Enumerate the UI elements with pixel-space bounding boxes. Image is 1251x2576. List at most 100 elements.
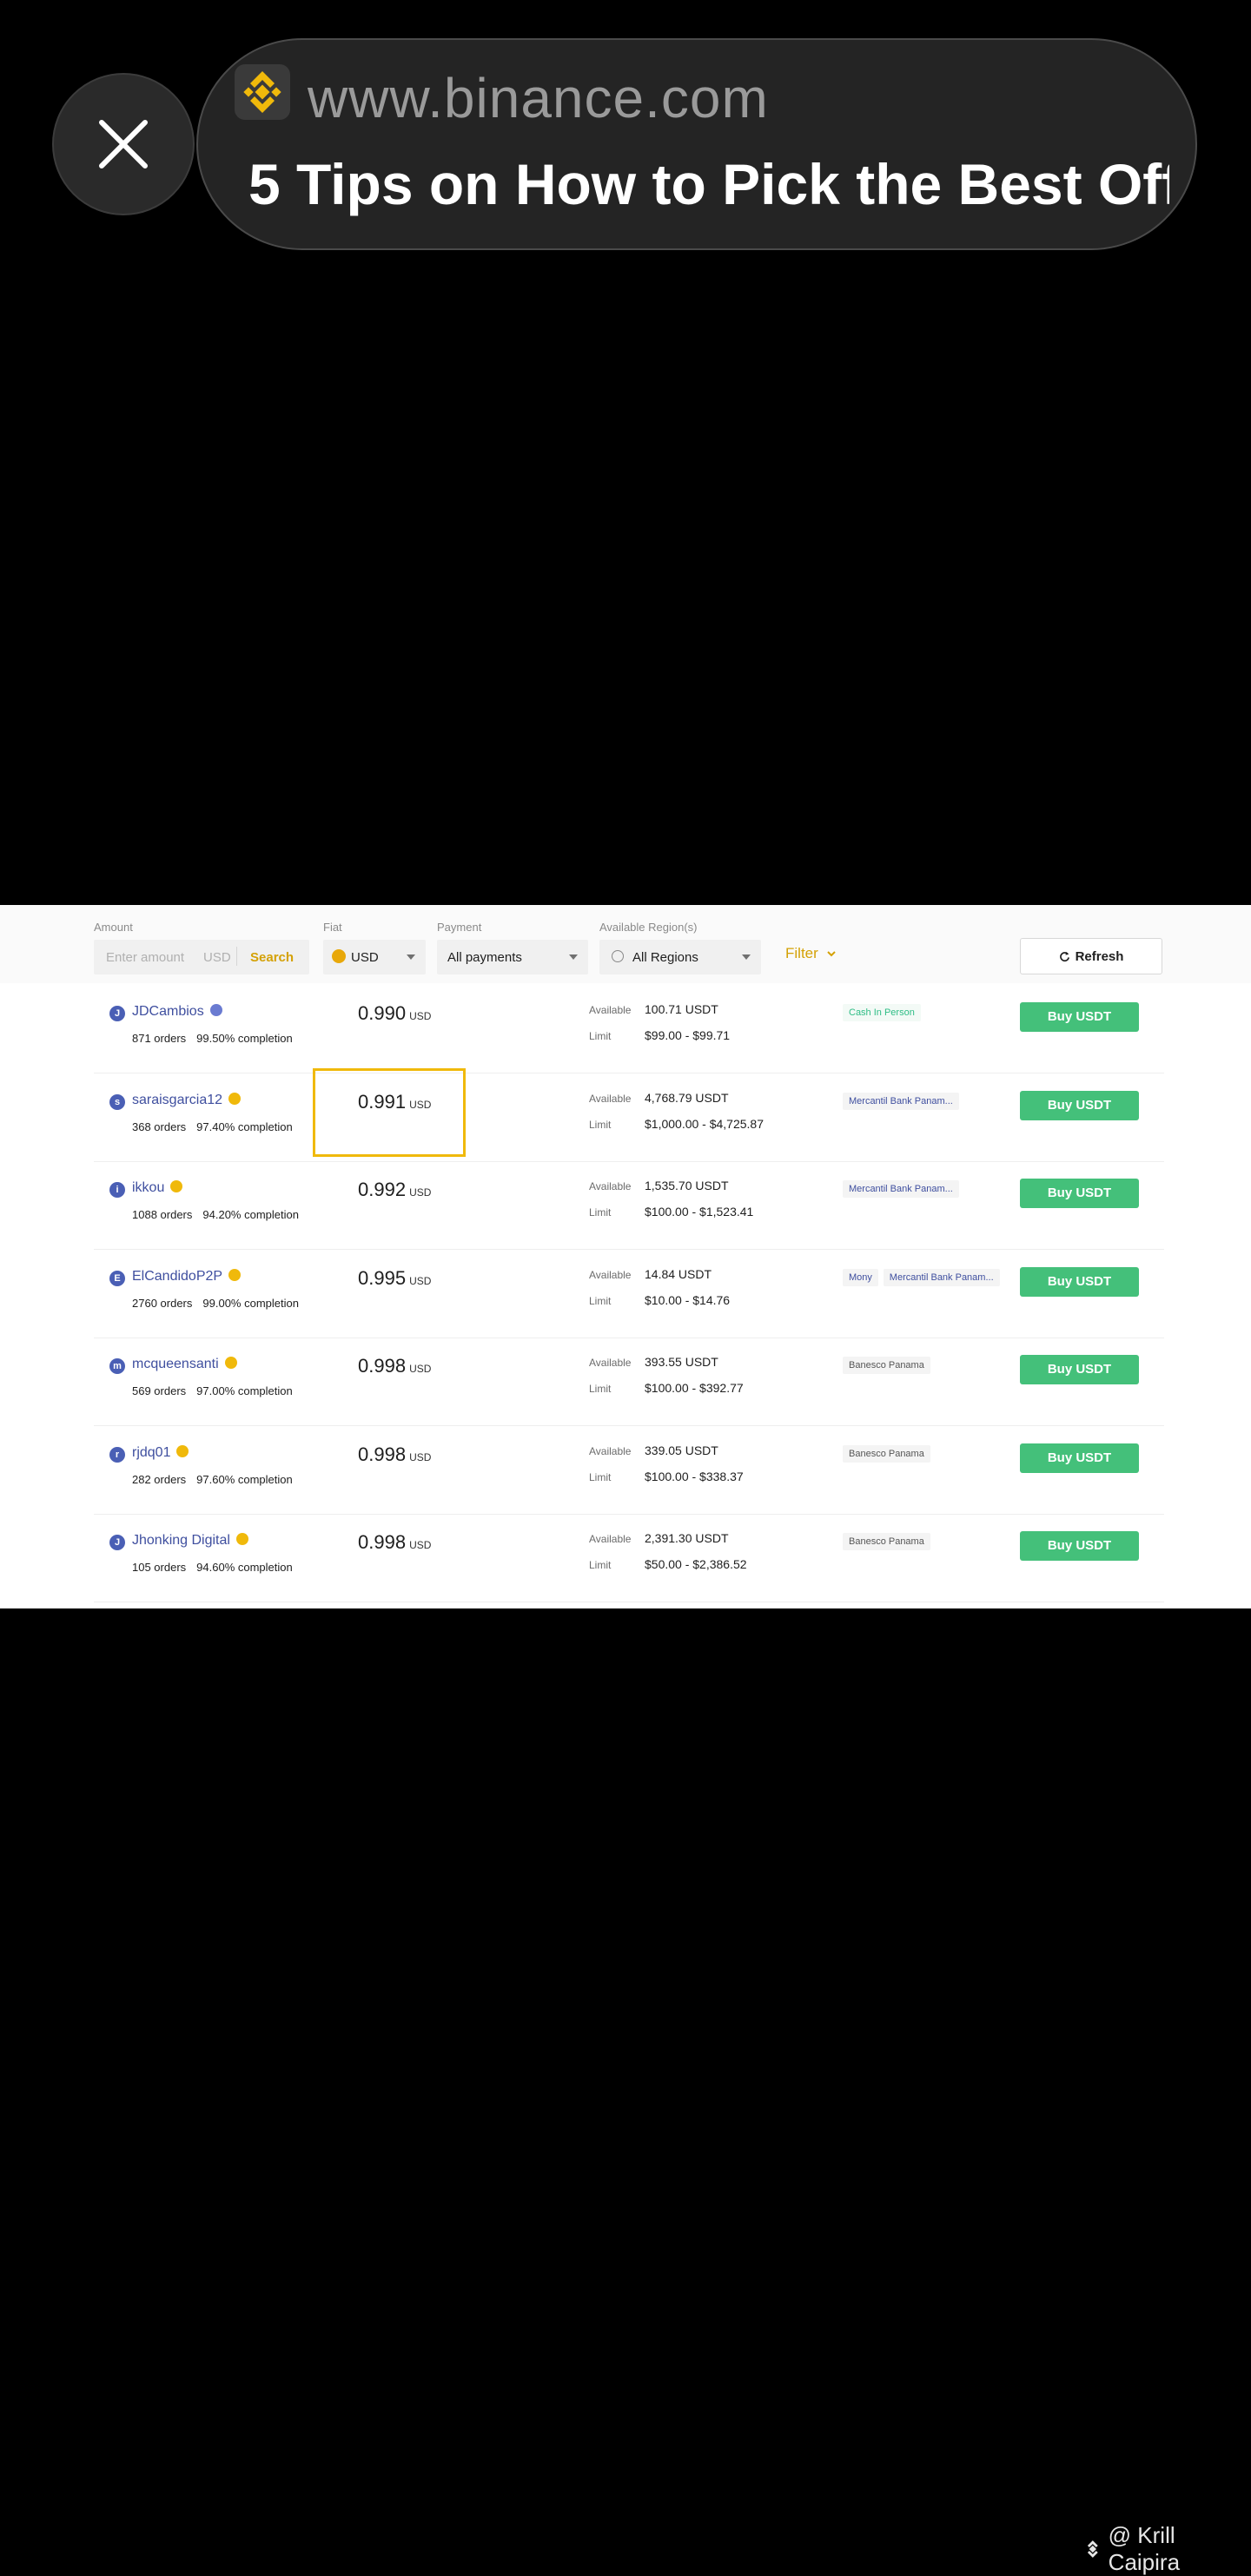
completion-rate: 99.50% completion	[196, 1032, 293, 1045]
offer-row: r rjdq01 282 orders 97.60% completion 0.998 U…	[94, 1426, 1164, 1515]
price-value: 0.998	[358, 1531, 407, 1553]
price-value: 0.995	[358, 1266, 407, 1289]
offer-row: m mcqueensanti 569 orders 97.00% completion…	[94, 1338, 1164, 1426]
price-value: 0.992	[358, 1179, 407, 1200]
verified-badge-icon	[228, 1268, 242, 1281]
orders-count: 2760 orders	[132, 1296, 193, 1310]
binance-logo-icon	[235, 64, 290, 120]
chevron-down-icon	[407, 954, 415, 960]
payment-value: All payments	[447, 950, 522, 965]
trader-name-link[interactable]: ikkou	[132, 1180, 183, 1196]
orders-count: 569 orders	[132, 1384, 187, 1397]
trader-name-link[interactable]: mcqueensanti	[132, 1357, 237, 1372]
trader-stats: 1088 orders 94.20% completion	[132, 1208, 299, 1221]
region-label: Available Region(s)	[599, 921, 698, 934]
completion-rate: 97.00% completion	[196, 1384, 293, 1397]
buy-usdt-button[interactable]: Buy USDT	[1020, 1443, 1139, 1473]
orders-count: 368 orders	[132, 1120, 187, 1133]
trader-name: JDCambios	[132, 1004, 204, 1019]
trader-name-link[interactable]: ElCandidoP2P	[132, 1268, 242, 1285]
chevron-down-icon	[742, 954, 751, 960]
trader-name-link[interactable]: rjdq01	[132, 1444, 189, 1461]
amount-input[interactable]: Enter amount USD Search	[94, 940, 309, 974]
completion-rate: 97.40% completion	[196, 1120, 293, 1133]
offer-price: 0.992 USD	[358, 1179, 431, 1201]
buy-usdt-button[interactable]: Buy USDT	[1020, 1355, 1139, 1384]
limit-label: Limit	[589, 1383, 612, 1395]
completion-rate: 99.00% completion	[202, 1296, 299, 1310]
region-select[interactable]: All Regions	[599, 940, 761, 974]
chevron-down-icon	[569, 954, 578, 960]
verified-badge-icon	[228, 1092, 242, 1105]
trader-name: saraisgarcia12	[132, 1092, 223, 1107]
offer-row: J JDCambios 871 orders 99.50% completion 0.9…	[94, 985, 1164, 1073]
payment-method-tag: Banesco Panama	[843, 1357, 930, 1374]
price-currency: USD	[409, 1450, 432, 1463]
trader-stats: 2760 orders 99.00% completion	[132, 1297, 299, 1310]
completion-rate: 94.60% completion	[196, 1561, 293, 1574]
trader-stats: 569 orders 97.00% completion	[132, 1384, 293, 1397]
buy-usdt-button[interactable]: Buy USDT	[1020, 1179, 1139, 1208]
p2p-offers-panel: Amount Enter amount USD Search Fiat USD …	[0, 905, 1251, 1608]
available-amount: 14.84 USDT	[645, 1266, 712, 1281]
available-amount: 100.71 USDT	[645, 1002, 718, 1016]
payment-method-tag: Mercantil Bank Panam...	[843, 1180, 959, 1198]
offer-price: 0.998 USD	[358, 1531, 431, 1554]
offer-price: 0.998 USD	[358, 1443, 431, 1466]
available-label: Available	[589, 1533, 632, 1545]
fiat-label: Fiat	[323, 921, 342, 934]
limit-range: $100.00 - $392.77	[645, 1381, 744, 1395]
page-title: 5 Tips on How to Pick the Best Off…	[248, 152, 1169, 216]
buy-usdt-button[interactable]: Buy USDT	[1020, 1090, 1139, 1120]
filter-label: Filter	[785, 945, 818, 961]
price-currency: USD	[409, 1363, 432, 1375]
filter-button[interactable]: Filter	[785, 945, 837, 962]
offer-row: E ElCandidoP2P 2760 orders 99.00% completio…	[94, 1250, 1164, 1338]
available-amount: 4,768.79 USDT	[645, 1090, 729, 1105]
buy-usdt-button[interactable]: Buy USDT	[1020, 1266, 1139, 1297]
offer-row: i ikkou 1088 orders 94.20% completion 0.992 U…	[94, 1161, 1164, 1250]
trader-avatar: E	[109, 1270, 125, 1286]
verified-badge-icon	[235, 1533, 248, 1545]
available-label: Available	[589, 1268, 632, 1281]
price-currency: USD	[409, 1274, 432, 1287]
available-label: Available	[589, 1180, 632, 1192]
limit-label: Limit	[589, 1294, 612, 1307]
completion-rate: 97.60% completion	[196, 1472, 293, 1486]
orders-count: 282 orders	[132, 1472, 187, 1486]
refresh-button[interactable]: Refresh	[1020, 938, 1162, 974]
offer-price: 0.990 USD	[358, 1002, 431, 1025]
offer-price: 0.995 USD	[358, 1267, 431, 1290]
price-currency: USD	[409, 1186, 432, 1199]
fiat-select[interactable]: USD	[323, 940, 426, 974]
offer-row: J Jhonking Digital 105 orders 94.60% comple…	[94, 1514, 1164, 1602]
trader-name: Jhonking Digital	[132, 1533, 230, 1548]
trader-name-link[interactable]: JDCambios	[132, 1004, 222, 1020]
verified-badge-icon	[224, 1357, 237, 1369]
payment-method-tag: Cash In Person	[843, 1004, 921, 1021]
browser-url-bar[interactable]: www.binance.com 5 Tips on How to Pick th…	[196, 38, 1197, 250]
limit-label: Limit	[589, 1206, 612, 1219]
buy-usdt-button[interactable]: Buy USDT	[1020, 1002, 1139, 1032]
available-label: Available	[589, 1092, 632, 1105]
trader-name-link[interactable]: Jhonking Digital	[132, 1533, 248, 1549]
limit-range: $100.00 - $1,523.41	[645, 1205, 754, 1219]
price-currency: USD	[409, 1539, 432, 1551]
trader-avatar: r	[109, 1446, 125, 1463]
limit-range: $50.00 - $2,386.52	[645, 1557, 747, 1571]
close-button[interactable]	[52, 73, 195, 215]
orders-count: 871 orders	[132, 1032, 187, 1045]
available-label: Available	[589, 1444, 632, 1457]
search-button[interactable]: Search	[250, 950, 294, 965]
trader-avatar: m	[109, 1358, 125, 1374]
payment-select[interactable]: All payments	[437, 940, 588, 974]
buy-usdt-button[interactable]: Buy USDT	[1020, 1531, 1139, 1561]
trader-avatar: J	[109, 1006, 125, 1021]
trader-name-link[interactable]: saraisgarcia12	[132, 1092, 242, 1108]
limit-range: $99.00 - $99.71	[645, 1028, 731, 1042]
watermark-text: @ Krill Caipira	[1108, 2522, 1181, 2575]
limit-range: $1,000.00 - $4,725.87	[645, 1116, 764, 1131]
price-highlight-box	[313, 1068, 466, 1157]
price-value: 0.990	[358, 1002, 407, 1024]
filter-bar: Amount Enter amount USD Search Fiat USD …	[0, 905, 1251, 983]
